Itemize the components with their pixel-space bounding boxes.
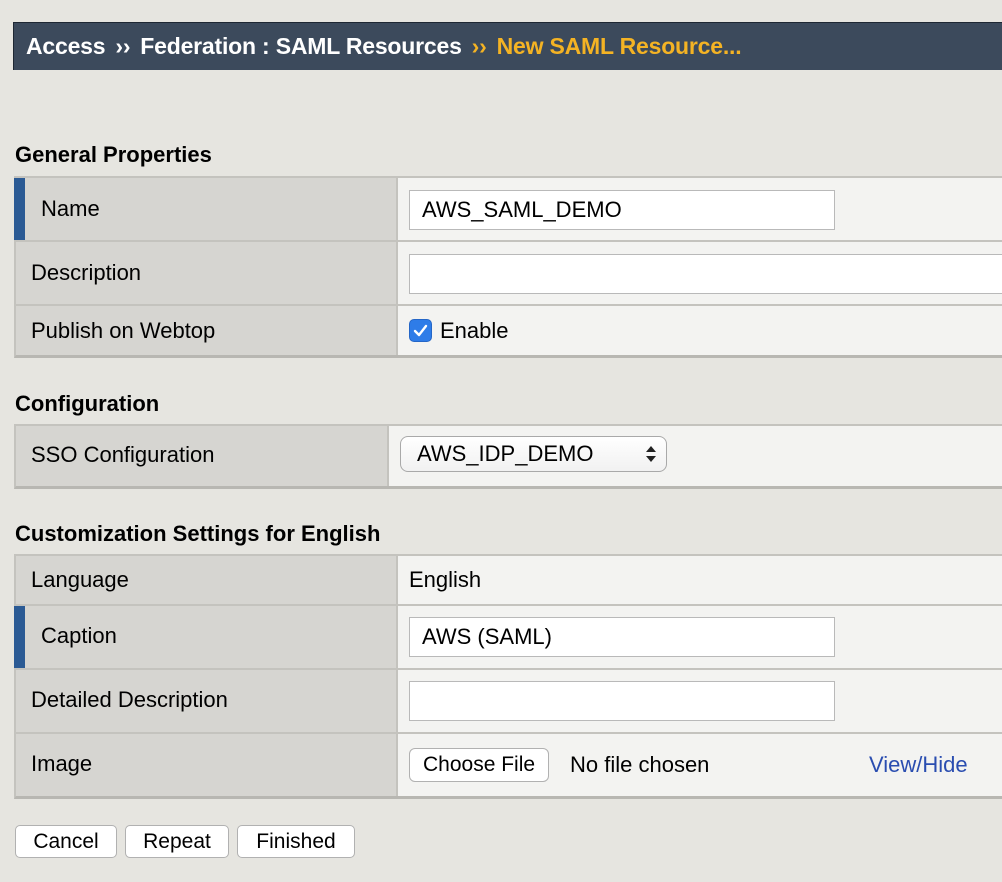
name-input[interactable]: [409, 190, 835, 230]
image-row: Image Choose File No file chosen View/Hi…: [16, 734, 1002, 796]
cancel-button[interactable]: Cancel: [15, 825, 117, 858]
sso-label-cell: SSO Configuration: [16, 426, 389, 486]
detailed-description-value-cell: [398, 670, 1002, 732]
breadcrumb-separator: ››: [471, 33, 487, 59]
choose-file-button[interactable]: Choose File: [409, 748, 550, 782]
description-value-cell: [398, 242, 1002, 304]
language-value: English: [409, 567, 482, 592]
image-label-cell: Image: [16, 734, 398, 796]
file-status-text: No file chosen: [570, 752, 710, 777]
sso-label: SSO Configuration: [31, 442, 215, 467]
publish-label-cell: Publish on Webtop: [16, 306, 398, 355]
sso-selected-value: AWS_IDP_DEMO: [417, 441, 594, 466]
caption-input[interactable]: [409, 617, 835, 657]
name-value-cell: [398, 178, 1002, 240]
detailed-description-input[interactable]: [409, 681, 835, 721]
customization-title: Customization Settings for English: [15, 521, 381, 546]
name-label: Name: [41, 196, 100, 221]
breadcrumb: Access ›› Federation : SAML Resources ›› New…: [26, 23, 742, 71]
description-row: Description: [16, 242, 1002, 306]
view-hide-link[interactable]: View/Hide: [869, 747, 968, 783]
detailed-description-label-cell: Detailed Description: [16, 670, 398, 732]
breadcrumb-item-access[interactable]: Access: [26, 33, 106, 59]
caption-label-cell: Caption: [14, 606, 398, 668]
caption-row: Caption: [14, 606, 1002, 670]
language-value-cell: English: [398, 556, 1002, 604]
sso-row: SSO Configuration AWS_IDP_DEMO: [16, 426, 1002, 486]
language-label: Language: [31, 567, 129, 592]
breadcrumb-item-saml-resources[interactable]: Federation : SAML Resources: [140, 33, 462, 59]
description-input[interactable]: [409, 254, 1002, 294]
checkmark-icon: [413, 324, 428, 337]
configuration-title: Configuration: [15, 391, 160, 416]
customization-table: Language English Caption Detailed Descri…: [14, 554, 1002, 799]
caption-label: Caption: [41, 623, 117, 648]
detailed-description-label: Detailed Description: [31, 687, 228, 712]
breadcrumb-separator: ››: [115, 33, 131, 59]
publish-row: Publish on Webtop Enable: [16, 306, 1002, 355]
general-properties-title: General Properties: [15, 142, 212, 167]
description-label-cell: Description: [16, 242, 398, 304]
sso-value-cell: AWS_IDP_DEMO: [389, 426, 1002, 486]
finished-button[interactable]: Finished: [237, 825, 355, 858]
language-label-cell: Language: [16, 556, 398, 604]
description-label: Description: [31, 260, 142, 285]
image-label: Image: [31, 751, 93, 776]
select-arrows-icon: [646, 446, 656, 462]
general-properties-table: Name Description Publish on Webtop Enabl…: [14, 176, 1002, 358]
publish-checkbox[interactable]: [409, 319, 432, 342]
language-row: Language English: [16, 556, 1002, 606]
publish-value-cell: Enable: [398, 306, 1002, 355]
publish-checkbox-label[interactable]: Enable: [440, 306, 509, 355]
breadcrumb-bar: Access ›› Federation : SAML Resources ›› New…: [13, 22, 1002, 70]
repeat-button[interactable]: Repeat: [125, 825, 229, 858]
name-label-cell: Name: [14, 178, 398, 240]
caption-value-cell: [398, 606, 1002, 668]
detailed-description-row: Detailed Description: [16, 670, 1002, 734]
publish-label: Publish on Webtop: [31, 318, 216, 343]
required-marker: [14, 606, 25, 668]
image-value-cell: Choose File No file chosen View/Hide: [398, 734, 1002, 796]
breadcrumb-current: New SAML Resource...: [496, 33, 742, 59]
sso-configuration-select[interactable]: AWS_IDP_DEMO: [400, 436, 667, 472]
required-marker: [14, 178, 25, 240]
name-row: Name: [14, 178, 1002, 242]
configuration-table: SSO Configuration AWS_IDP_DEMO: [14, 424, 1002, 489]
